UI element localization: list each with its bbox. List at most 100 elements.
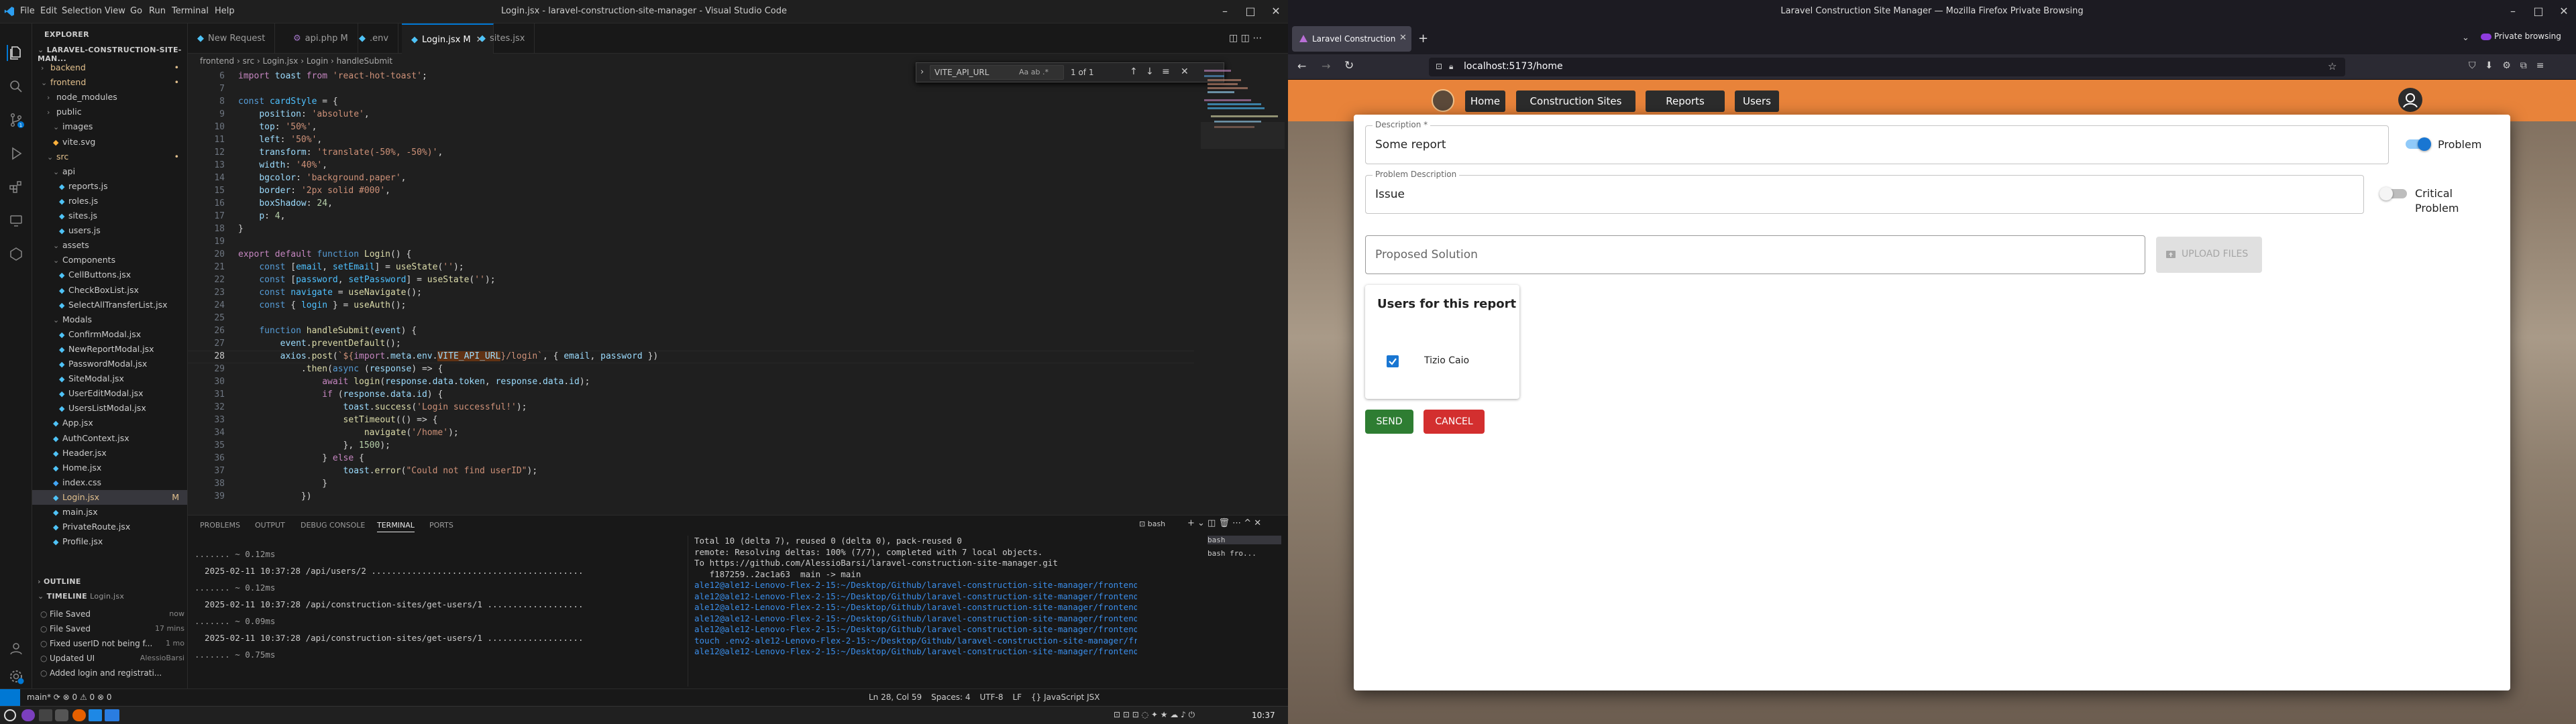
tree-item[interactable]: ◆ index.css [32,475,187,490]
maximize-icon[interactable]: □ [1241,3,1260,20]
page-info-icon[interactable]: ⊡ [1436,62,1442,71]
tree-item[interactable]: ◆ PasswordModal.jsx [32,357,187,371]
code-line[interactable]: await login(response.data.token, respons… [238,377,590,387]
panel-tab[interactable]: TERMINAL [377,521,415,532]
terminal-app-icon[interactable] [39,709,52,721]
editor-tab[interactable]: ◆ sites.jsx [470,23,535,54]
ff-minimize-icon[interactable]: – [2504,3,2522,20]
browser-tab[interactable]: Laravel Construction Site M ✕ [1292,26,1411,52]
account-icon[interactable] [8,640,24,656]
tree-item[interactable]: ◆ Header.jsx [32,446,187,461]
status-item[interactable]: UTF-8 [979,692,1003,702]
code-line[interactable]: export default function Login() { [238,249,411,259]
critical-problem-toggle[interactable] [2378,184,2412,204]
ff-maximize-icon[interactable]: □ [2529,3,2548,20]
tree-item[interactable]: ◆ App.jsx [32,416,187,430]
toolbar-icons[interactable]: ⛉⬇⚙⧉≡ [2469,60,2554,71]
nav-reports[interactable]: Reports [1646,90,1725,112]
terminal-right[interactable]: Total 10 (delta 7), reused 0 (delta 0), … [694,536,1137,686]
code-line[interactable]: } else { [238,453,364,463]
tree-item[interactable]: ◆ reports.js [32,179,187,194]
timeline-header[interactable]: ⌄ TIMELINE Login.jsx [38,592,124,601]
tree-item[interactable]: ◆ PrivateRoute.jsx [32,520,187,534]
tree-item[interactable]: ⌄ frontend • [32,75,187,90]
find-selection-icon[interactable]: ≡ [1162,66,1170,77]
tree-item[interactable]: ◆ UsersListModal.jsx [32,401,187,416]
url-bar[interactable]: ⊡ 🔒︎ localhost:5173/home ☆ [1429,58,2345,76]
tree-item[interactable]: ◆ CellButtons.jsx [32,267,187,282]
nav-home[interactable]: Home [1465,90,1505,112]
editor-tab[interactable]: ◆ .env [350,23,399,54]
source-control-icon[interactable]: 1 [8,112,24,128]
tree-item[interactable]: ⌄ api [32,164,187,179]
tree-item[interactable]: ◆ SiteModal.jsx [32,371,187,386]
user-checkbox[interactable] [1387,355,1399,367]
upload-files-button[interactable]: UPLOAD FILES [2156,237,2262,273]
tree-item[interactable]: ◆ sites.js [32,208,187,223]
start-menu-icon[interactable] [4,709,16,721]
tree-item[interactable]: › public [32,105,187,119]
find-input[interactable]: VITE_API_URL Aa ab .* [930,65,1064,80]
tree-item[interactable]: ◆ UserEditModal.jsx [32,386,187,401]
code-line[interactable]: navigate('/home'); [238,428,459,438]
status-item[interactable]: Spaces: 4 [931,692,970,702]
send-button[interactable]: SEND [1365,410,1413,434]
nav-construction-sites[interactable]: Construction Sites [1516,90,1635,112]
code-line[interactable]: import toast from 'react-hot-toast'; [238,71,427,81]
tree-item[interactable]: ◆ vite.svg [32,135,187,149]
code-line[interactable]: p: 4, [238,211,285,221]
code-line[interactable]: axios.post(`${import.meta.env.VITE_API_U… [238,351,658,361]
user-account-icon[interactable] [2398,88,2422,112]
bookmark-star-icon[interactable]: ☆ [2328,60,2337,72]
tree-item[interactable]: ⌄ Components [32,253,187,267]
timeline-item[interactable]: ○ Fixed userID not being f... 1 mo [40,636,184,651]
close-icon[interactable]: ✕ [1267,3,1285,20]
firefox-app-icon[interactable] [72,709,86,721]
editor-tab[interactable]: ◆ New Request [188,23,276,54]
code-line[interactable]: border: '2px solid #000', [238,186,390,196]
code-line[interactable]: if (response.data.id) { [238,389,443,400]
status-git[interactable]: main* ⟳ ⊗ 0 ⚠ 0 ⊗ 0 [27,692,112,702]
tree-item[interactable]: ◆ users.js [32,223,187,238]
timeline-item[interactable]: ○ File Saved 17 mins [40,621,184,636]
tree-item[interactable]: ◆ Home.jsx [32,461,187,475]
files-app-icon[interactable] [105,709,119,721]
code-line[interactable]: boxShadow: 24, [238,198,333,208]
settings-gear-icon[interactable] [8,668,24,684]
tree-item[interactable]: ◆ roles.js [32,194,187,208]
status-item[interactable]: LF [1012,692,1022,702]
code-line[interactable]: const navigate = useNavigate(); [238,288,422,298]
proposed-solution-field[interactable]: Proposed Solution [1365,235,2145,274]
minimize-icon[interactable]: – [1216,3,1234,20]
code-line[interactable]: toast.error("Could not find userID"); [238,466,538,476]
code-view[interactable]: 6 import toast from 'react-hot-toast'; 7 8 c… [188,68,1194,515]
find-options[interactable]: Aa ab .* [1019,68,1049,76]
find-prev-icon[interactable]: ↑ [1130,66,1138,77]
tab-list-icon[interactable]: ⌄ [2462,33,2469,43]
copilot-icon[interactable] [8,246,24,262]
status-item[interactable]: {} JavaScript JSX [1031,692,1099,702]
tree-item[interactable]: ⌄ src • [32,149,187,164]
nav-users[interactable]: Users [1735,90,1779,112]
panel-tab[interactable]: PROBLEMS [200,521,240,530]
timeline-item[interactable]: ○ File Saved now [40,607,184,621]
editor-tab[interactable]: ⚙ api.php M [284,23,358,54]
find-next-icon[interactable]: ↓ [1146,66,1154,77]
run-debug-icon[interactable] [8,145,24,162]
description-field[interactable]: Description * Some report [1365,120,2389,164]
vscode-app-icon[interactable] [89,709,102,721]
search-icon[interactable] [8,78,24,95]
terminal-left[interactable]: ....... ~ 0.12ms 2025-02-11 10:37:28 /ap… [195,536,684,686]
find-close-icon[interactable]: ✕ [1181,66,1189,77]
tree-item[interactable]: ◆ CheckBoxList.jsx [32,283,187,298]
split-editor-icon[interactable]: ◫ ◫ ⋯ [1229,33,1262,44]
tree-item[interactable]: ◆ NewReportModal.jsx [32,342,187,357]
tree-item[interactable]: › node_modules [32,90,187,105]
tray-icons[interactable]: ⊡ ⊡ ⊡ ◌ ✦ ★ ☁ ♪ ⏻ [1114,710,1195,720]
code-line[interactable]: top: '50%', [238,122,317,132]
terminal-instance[interactable]: bash fro... [1208,549,1256,558]
tree-item[interactable]: ⌄ images [32,119,187,134]
back-icon[interactable]: ← [1297,60,1306,72]
code-line[interactable]: setTimeout(() => { [238,415,438,425]
code-line[interactable]: transform: 'translate(-50%, -50%)', [238,147,443,158]
